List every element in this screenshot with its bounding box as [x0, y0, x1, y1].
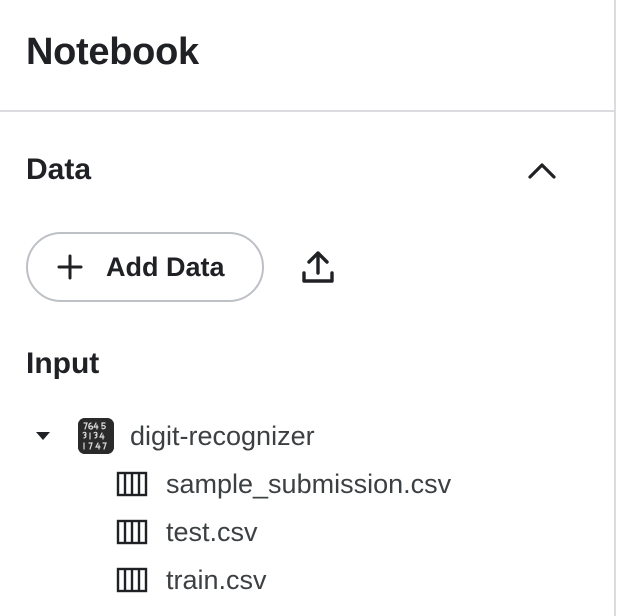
file-name: train.csv: [166, 565, 267, 595]
caret-down-icon[interactable]: [34, 428, 52, 444]
table-icon: [116, 471, 148, 497]
add-data-button[interactable]: Add Data: [26, 232, 264, 302]
digits-thumbnail-image: [78, 418, 114, 454]
input-section-title: Input: [26, 347, 100, 380]
notebook-side-panel: Notebook Data Add Data Input digit-recog…: [0, 0, 616, 616]
table-icon: [116, 567, 148, 593]
upload-button[interactable]: [296, 245, 340, 289]
file-row-test[interactable]: test.csv: [0, 508, 614, 556]
data-section-title: Data: [26, 153, 92, 186]
data-actions: Add Data: [26, 232, 340, 302]
file-name: sample_submission.csv: [166, 469, 452, 499]
upload-icon: [302, 251, 334, 283]
input-tree: digit-recognizer sample_submission.csv t…: [0, 412, 614, 604]
data-section-header: Data: [26, 148, 556, 192]
panel-header: Notebook: [0, 0, 614, 112]
file-row-train[interactable]: train.csv: [0, 556, 614, 604]
chevron-up-icon: [528, 163, 556, 179]
plus-icon: [57, 254, 83, 280]
dataset-thumbnail: [78, 418, 114, 454]
file-name: test.csv: [166, 517, 258, 547]
add-data-label: Add Data: [106, 251, 225, 282]
panel-title: Notebook: [26, 31, 199, 73]
file-row-sample-submission[interactable]: sample_submission.csv: [0, 460, 614, 508]
table-icon: [116, 519, 148, 545]
dataset-row-digit-recognizer[interactable]: digit-recognizer: [0, 412, 614, 460]
dataset-name[interactable]: digit-recognizer: [130, 418, 315, 454]
collapse-data-button[interactable]: [522, 150, 562, 190]
